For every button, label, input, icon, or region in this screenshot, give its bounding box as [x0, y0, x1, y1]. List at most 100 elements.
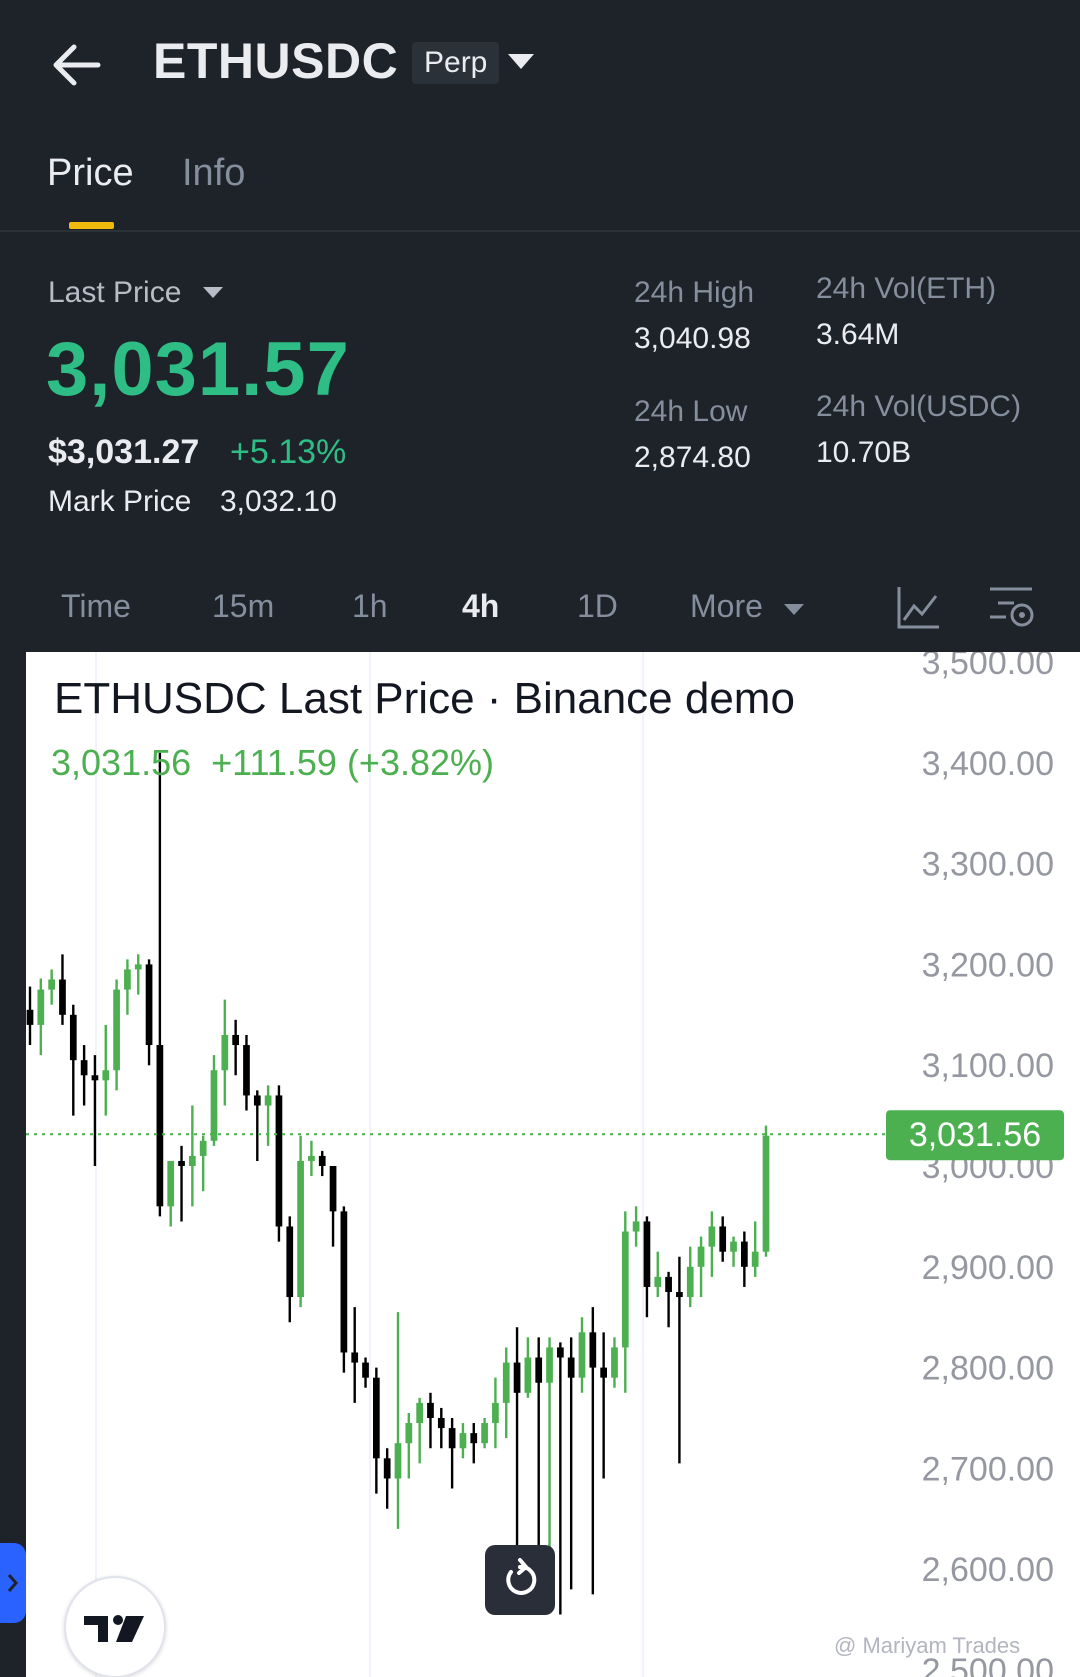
candle-body: [492, 1402, 499, 1424]
chart-title: ETHUSDC Last Price · Binance demo: [54, 674, 795, 723]
candle-body: [394, 1443, 402, 1479]
candle-body: [448, 1428, 456, 1449]
candlestick-chart[interactable]: 3,500.00 3,400.00 3,300.00 3,200.00 3,100.00…: [26, 652, 1080, 1677]
reset-chart-button[interactable]: [485, 1545, 555, 1615]
candle-body: [459, 1433, 467, 1449]
candle-body: [275, 1095, 283, 1227]
caret-down-icon[interactable]: [203, 287, 223, 298]
interval-15m[interactable]: 15m: [212, 588, 274, 625]
candle-body: [69, 1014, 77, 1061]
y-tick-label: 2,800.00: [922, 1350, 1054, 1388]
indicator-chart-icon[interactable]: [896, 584, 942, 630]
last-price-label[interactable]: Last Price: [48, 276, 181, 310]
candle-body: [470, 1433, 478, 1444]
candle-body: [362, 1362, 369, 1378]
interval-1h[interactable]: 1h: [352, 588, 388, 625]
tradingview-logo[interactable]: [64, 1576, 166, 1677]
candle-body: [697, 1246, 705, 1267]
mark-price-value: 3,032.10: [220, 485, 337, 518]
candle-body: [232, 1034, 240, 1046]
candle-body: [372, 1377, 380, 1459]
candle-body: [383, 1458, 391, 1479]
candle-body: [167, 1160, 175, 1207]
candle-body: [124, 969, 131, 990]
watermark: @ Mariyam Trades: [834, 1633, 1021, 1658]
price-change-percent: +5.13%: [230, 433, 347, 471]
mark-price-label: Mark Price: [48, 485, 192, 518]
caret-down-icon[interactable]: [508, 54, 534, 69]
candle-body: [308, 1155, 315, 1161]
candle-body: [567, 1357, 575, 1378]
candle-body: [416, 1402, 424, 1424]
candle-body: [59, 979, 66, 1015]
vol-usdc-value: 10.70B: [816, 436, 912, 469]
candle-body: [113, 989, 120, 1071]
candle-body: [665, 1276, 672, 1292]
candle-body: [751, 1251, 759, 1267]
active-tab-indicator: [69, 222, 114, 229]
y-tick-label: 3,100.00: [922, 1047, 1054, 1085]
top-bar: ETHUSDC Perp: [0, 0, 1080, 130]
candle-body: [654, 1276, 662, 1287]
candle-body: [676, 1292, 683, 1298]
side-panel-toggle[interactable]: [0, 1543, 26, 1623]
symbol-title[interactable]: ETHUSDC: [153, 32, 398, 90]
y-tick-label: 3,500.00: [922, 652, 1054, 682]
candle-body: [643, 1221, 651, 1287]
interval-1d[interactable]: 1D: [577, 588, 618, 625]
candle-body: [145, 964, 153, 1046]
price-chart[interactable]: 3,500.00 3,400.00 3,300.00 3,200.00 3,100.00…: [26, 652, 1080, 1677]
candle-body: [134, 964, 142, 970]
candle-body: [427, 1402, 434, 1418]
perp-badge: Perp: [412, 42, 500, 84]
candle-body: [535, 1357, 543, 1383]
tab-info[interactable]: Info: [182, 152, 245, 195]
interval-bar: Time 15m 1h 4h 1D More: [0, 580, 1080, 650]
tab-price[interactable]: Price: [47, 152, 134, 195]
candle-body: [437, 1418, 445, 1429]
candle-body: [26, 1009, 34, 1025]
candle-body: [48, 979, 56, 990]
candle-body: [513, 1362, 521, 1393]
arrow-left-icon[interactable]: [48, 40, 104, 90]
candle-body: [188, 1155, 196, 1166]
chevron-right-icon: [7, 1574, 18, 1592]
candle-body: [340, 1211, 348, 1353]
candle-body: [221, 1034, 229, 1071]
y-tick-label: 2,600.00: [922, 1551, 1054, 1589]
candle-body: [156, 1045, 164, 1207]
candle-body: [502, 1362, 510, 1403]
vol-eth-value: 3.64M: [816, 318, 900, 351]
candle-body: [589, 1332, 597, 1368]
low-24h-value: 2,874.80: [634, 441, 751, 474]
candle-body: [253, 1095, 261, 1106]
candle-body: [80, 1060, 88, 1076]
candle-body: [102, 1070, 110, 1081]
low-24h-label: 24h Low: [634, 395, 748, 428]
vol-eth-label: 24h Vol(ETH): [816, 272, 997, 305]
candle-body: [578, 1332, 586, 1378]
chart-settings-icon[interactable]: [988, 584, 1034, 630]
candle-body: [297, 1160, 304, 1298]
candle-body: [719, 1226, 727, 1252]
candle-body: [621, 1231, 629, 1348]
chart-legend: 3,031.56 +111.59 (+3.82%): [51, 742, 494, 784]
candle-body: [178, 1160, 185, 1166]
usd-price: $3,031.27: [48, 433, 200, 471]
candle-body: [611, 1347, 618, 1378]
interval-4h[interactable]: 4h: [462, 588, 499, 625]
last-price-value: 3,031.57: [46, 327, 350, 412]
candle-body: [351, 1352, 359, 1363]
y-tick-label: 3,200.00: [922, 946, 1054, 984]
candle-body: [405, 1423, 413, 1444]
candle-body: [243, 1045, 250, 1096]
candle-body: [686, 1266, 694, 1298]
candle-body: [600, 1367, 608, 1378]
interval-time[interactable]: Time: [61, 588, 131, 625]
caret-down-icon[interactable]: [784, 604, 804, 615]
interval-more[interactable]: More: [690, 588, 763, 625]
candle-body: [199, 1140, 207, 1156]
vol-usdc-label: 24h Vol(USDC): [816, 390, 1022, 423]
candle-body: [210, 1070, 218, 1141]
candle-body: [524, 1357, 532, 1393]
